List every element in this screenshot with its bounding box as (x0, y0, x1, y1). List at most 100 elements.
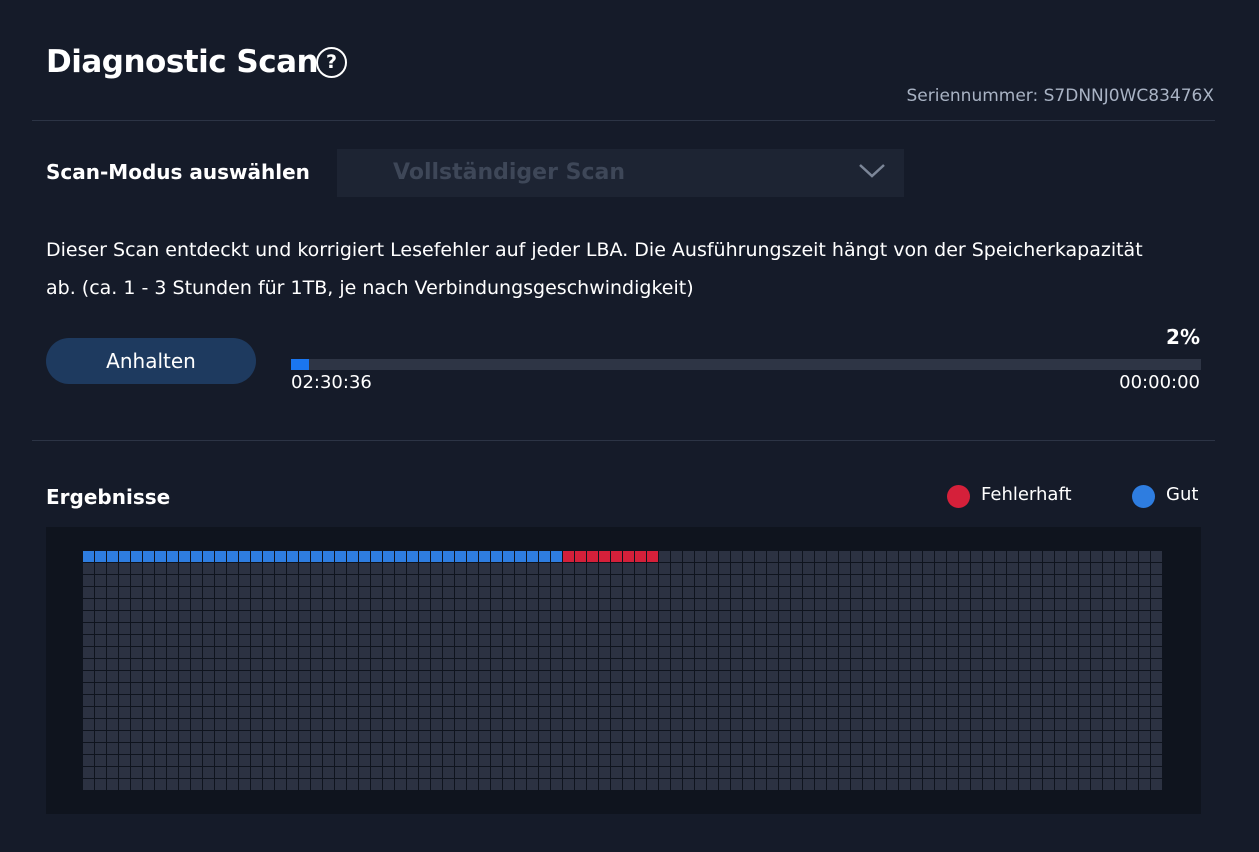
block-pending (635, 779, 646, 790)
block-pending (647, 647, 658, 658)
block-pending (203, 671, 214, 682)
block-pending (1067, 563, 1078, 574)
scan-mode-dropdown[interactable]: Vollständiger Scan (337, 149, 904, 197)
help-icon[interactable]: ? (316, 47, 347, 78)
block-pending (215, 683, 226, 694)
block-pending (419, 695, 430, 706)
block-pending (239, 575, 250, 586)
block-pending (611, 647, 622, 658)
block-pending (107, 719, 118, 730)
block-pending (1079, 707, 1090, 718)
block-pending (347, 707, 358, 718)
block-pending (527, 779, 538, 790)
block-pending (971, 779, 982, 790)
block-pending (371, 743, 382, 754)
block-pending (527, 731, 538, 742)
block-pending (623, 587, 634, 598)
block-pending (227, 575, 238, 586)
block-pending (851, 743, 862, 754)
block-pending (107, 767, 118, 778)
block-pending (1103, 635, 1114, 646)
block-pending (647, 635, 658, 646)
block-pending (1043, 683, 1054, 694)
block-pending (683, 743, 694, 754)
block-pending (707, 671, 718, 682)
block-grid (83, 551, 1162, 790)
block-pending (827, 599, 838, 610)
block-pending (335, 575, 346, 586)
block-pending (443, 623, 454, 634)
block-pending (599, 623, 610, 634)
block-pending (851, 611, 862, 622)
block-pending (371, 683, 382, 694)
block-pending (1043, 563, 1054, 574)
block-pending (263, 623, 274, 634)
block-pending (299, 563, 310, 574)
block-pending (911, 767, 922, 778)
block-pending (311, 743, 322, 754)
block-pending (1127, 635, 1138, 646)
block-pending (791, 707, 802, 718)
block-pending (335, 707, 346, 718)
block-pending (899, 659, 910, 670)
block-pending (203, 731, 214, 742)
block-pending (587, 767, 598, 778)
pause-button[interactable]: Anhalten (46, 338, 256, 384)
block-pending (107, 695, 118, 706)
block-pending (155, 755, 166, 766)
block-pending (647, 731, 658, 742)
block-pending (1043, 623, 1054, 634)
block-pending (215, 707, 226, 718)
block-pending (107, 659, 118, 670)
block-pending (131, 707, 142, 718)
block-pending (515, 599, 526, 610)
block-pending (383, 779, 394, 790)
block-pending (1115, 671, 1126, 682)
block-pending (179, 755, 190, 766)
block-pending (743, 755, 754, 766)
block-pending (683, 635, 694, 646)
block-pending (659, 743, 670, 754)
block-pending (851, 623, 862, 634)
block-pending (791, 563, 802, 574)
block-pending (875, 755, 886, 766)
block-pending (1079, 671, 1090, 682)
block-pending (719, 695, 730, 706)
block-pending (839, 635, 850, 646)
block-good (359, 551, 370, 562)
block-pending (203, 743, 214, 754)
block-pending (899, 671, 910, 682)
block-pending (587, 575, 598, 586)
block-pending (479, 695, 490, 706)
block-pending (971, 719, 982, 730)
block-pending (1043, 647, 1054, 658)
block-pending (1067, 755, 1078, 766)
block-pending (1031, 587, 1042, 598)
block-pending (719, 779, 730, 790)
block-pending (935, 611, 946, 622)
block-pending (347, 683, 358, 694)
block-good (143, 551, 154, 562)
block-pending (659, 587, 670, 598)
block-pending (659, 623, 670, 634)
block-pending (203, 659, 214, 670)
block-pending (899, 647, 910, 658)
block-pending (815, 623, 826, 634)
block-pending (1031, 575, 1042, 586)
block-pending (995, 623, 1006, 634)
block-pending (95, 611, 106, 622)
block-pending (395, 755, 406, 766)
block-pending (731, 707, 742, 718)
block-pending (203, 719, 214, 730)
block-good (335, 551, 346, 562)
block-pending (419, 599, 430, 610)
block-pending (227, 719, 238, 730)
block-pending (371, 695, 382, 706)
block-pending (935, 599, 946, 610)
block-pending (971, 575, 982, 586)
block-pending (959, 755, 970, 766)
block-pending (971, 587, 982, 598)
block-pending (623, 671, 634, 682)
block-pending (455, 671, 466, 682)
block-pending (611, 599, 622, 610)
